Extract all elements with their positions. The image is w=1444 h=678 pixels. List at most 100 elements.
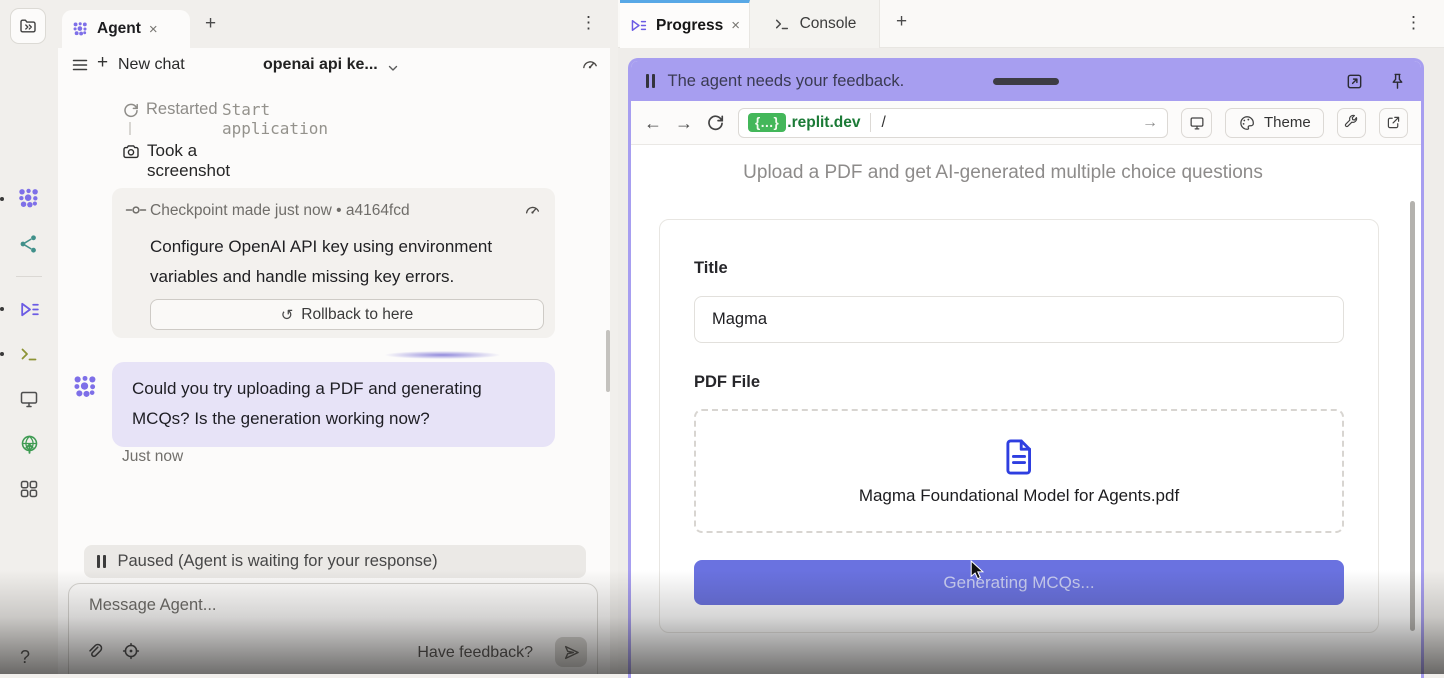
help-button[interactable]: ? (20, 647, 30, 668)
feedback-link[interactable]: Have feedback? (417, 644, 533, 662)
message-input[interactable] (89, 596, 569, 615)
workflow-graph-icon (18, 233, 40, 255)
send-button[interactable] (555, 637, 587, 667)
paused-label: Paused (Agent is waiting for your respon… (118, 552, 438, 571)
timeline-connector (129, 122, 131, 135)
forward-icon[interactable]: → (675, 114, 693, 132)
rail-divider (16, 276, 42, 277)
right-tabstrip: Progress × Console + ⋮ (618, 0, 1444, 48)
close-tab-icon[interactable]: × (149, 22, 158, 37)
chat-title-dropdown[interactable]: openai api ke... (263, 56, 378, 74)
agent-icon (17, 187, 41, 211)
new-chat-plus-icon[interactable]: + (97, 52, 108, 74)
preview-scrollbar[interactable] (1410, 201, 1415, 631)
undo-icon: ↺ (281, 306, 294, 324)
progress-icon (18, 298, 41, 321)
rollback-label: Rollback to here (301, 306, 413, 324)
agent-message: Could you try uploading a PDF and genera… (112, 362, 555, 447)
paused-status-bar: Paused (Agent is waiting for your respon… (84, 545, 586, 578)
console-tab-icon (773, 15, 791, 33)
sidebar-toggle-button[interactable] (10, 8, 46, 44)
monitor-icon (18, 388, 40, 410)
usage-gauge-icon[interactable] (580, 54, 600, 74)
kebab-menu-icon[interactable]: ⋮ (1405, 13, 1422, 33)
publish-globe-icon (18, 433, 41, 456)
device-preview-button[interactable] (1181, 108, 1212, 138)
pin-icon[interactable] (1389, 72, 1406, 91)
preview-panel: Progress × Console + ⋮ The agent needs y… (618, 0, 1444, 674)
shell-icon (18, 343, 40, 365)
rollback-button[interactable]: ↺ Rollback to here (150, 299, 544, 330)
pdf-field-label: PDF File (694, 373, 760, 392)
agent-panel: Agent × + ⋮ + New chat openai api ke... (58, 0, 610, 674)
new-chat-button[interactable]: New chat (118, 56, 185, 74)
browser-toolbar: ← → {...} .replit.dev / → (631, 101, 1421, 145)
open-external-button[interactable] (1379, 108, 1408, 138)
checkpoint-settings-icon[interactable] (121, 641, 141, 661)
rail-item-output[interactable] (14, 384, 44, 414)
rail-item-shell[interactable] (14, 339, 44, 369)
url-bar[interactable]: {...} .replit.dev / → (738, 108, 1168, 138)
rail-item-apps[interactable] (14, 474, 44, 504)
palette-icon (1238, 114, 1256, 132)
title-input[interactable] (694, 296, 1344, 343)
url-path: / (881, 114, 885, 132)
banner-drag-handle[interactable] (993, 78, 1059, 85)
pause-icon (646, 74, 655, 88)
panel-scrollbar[interactable] (606, 330, 610, 392)
new-tab-button[interactable]: + (896, 11, 907, 33)
new-tab-button[interactable]: + (205, 13, 216, 35)
grid-apps-icon (18, 478, 40, 500)
feedback-banner-text: The agent needs your feedback. (668, 72, 905, 91)
url-separator (870, 113, 871, 132)
upload-form-card: Title PDF File Magma Foundational Model … (659, 219, 1379, 633)
tab-agent[interactable]: Agent × (62, 10, 190, 48)
commit-icon (125, 203, 147, 217)
progress-tab-icon (629, 16, 648, 35)
unread-dot (0, 307, 4, 311)
webview-container: The agent needs your feedback. (628, 58, 1424, 678)
pdf-dropzone[interactable]: Magma Foundational Model for Agents.pdf (694, 409, 1344, 533)
agent-chat-body: + New chat openai api ke... Res (58, 48, 610, 674)
restarted-label: Restarted (146, 100, 218, 119)
usage-gauge-icon[interactable] (523, 200, 542, 219)
checkpoint-description: Configure OpenAI API key using environme… (150, 232, 535, 292)
tab-console[interactable]: Console (750, 0, 880, 48)
checkpoint-card: Checkpoint made just now • a4164fcd Conf… (112, 188, 555, 338)
message-composer[interactable]: Have feedback? (68, 583, 598, 674)
url-host-badge: {...} (748, 113, 786, 132)
agent-avatar (72, 374, 99, 401)
restarted-command: Start application (222, 100, 328, 138)
back-icon[interactable]: ← (644, 114, 662, 132)
theme-button-label: Theme (1264, 114, 1311, 131)
uploaded-filename: Magma Foundational Model for Agents.pdf (859, 486, 1179, 506)
attachment-icon[interactable] (84, 641, 104, 661)
feedback-banner: The agent needs your feedback. (631, 61, 1421, 101)
restart-icon (122, 101, 140, 119)
tab-agent-label: Agent (97, 20, 141, 38)
popout-window-icon[interactable] (1345, 72, 1364, 91)
kebab-menu-icon[interactable]: ⋮ (580, 13, 597, 33)
rail-item-progress[interactable] (14, 294, 44, 324)
devtools-button[interactable] (1337, 108, 1366, 138)
message-timestamp: Just now (122, 448, 183, 466)
scroll-artifact (385, 351, 500, 359)
navigate-arrow-icon[interactable]: → (1142, 114, 1158, 132)
rail-item-deploy[interactable] (14, 429, 44, 459)
generate-mcqs-button[interactable]: Generating MCQs... (694, 560, 1344, 605)
tab-progress[interactable]: Progress × (620, 0, 750, 48)
unread-dot (0, 352, 4, 356)
title-field-label: Title (694, 259, 728, 278)
rail-item-workflows[interactable] (14, 229, 44, 259)
pause-icon (97, 555, 106, 568)
refresh-icon[interactable] (706, 113, 725, 132)
agent-tab-icon (72, 21, 89, 38)
unread-dot (0, 197, 4, 201)
workspace-rail: ? (0, 0, 58, 674)
chevron-down-icon[interactable] (386, 61, 400, 75)
theme-button[interactable]: Theme (1225, 108, 1324, 138)
chat-header: + New chat openai api ke... (58, 48, 610, 84)
chat-list-icon[interactable] (70, 55, 90, 75)
close-tab-icon[interactable]: × (731, 18, 740, 33)
rail-item-agent[interactable] (14, 184, 44, 214)
